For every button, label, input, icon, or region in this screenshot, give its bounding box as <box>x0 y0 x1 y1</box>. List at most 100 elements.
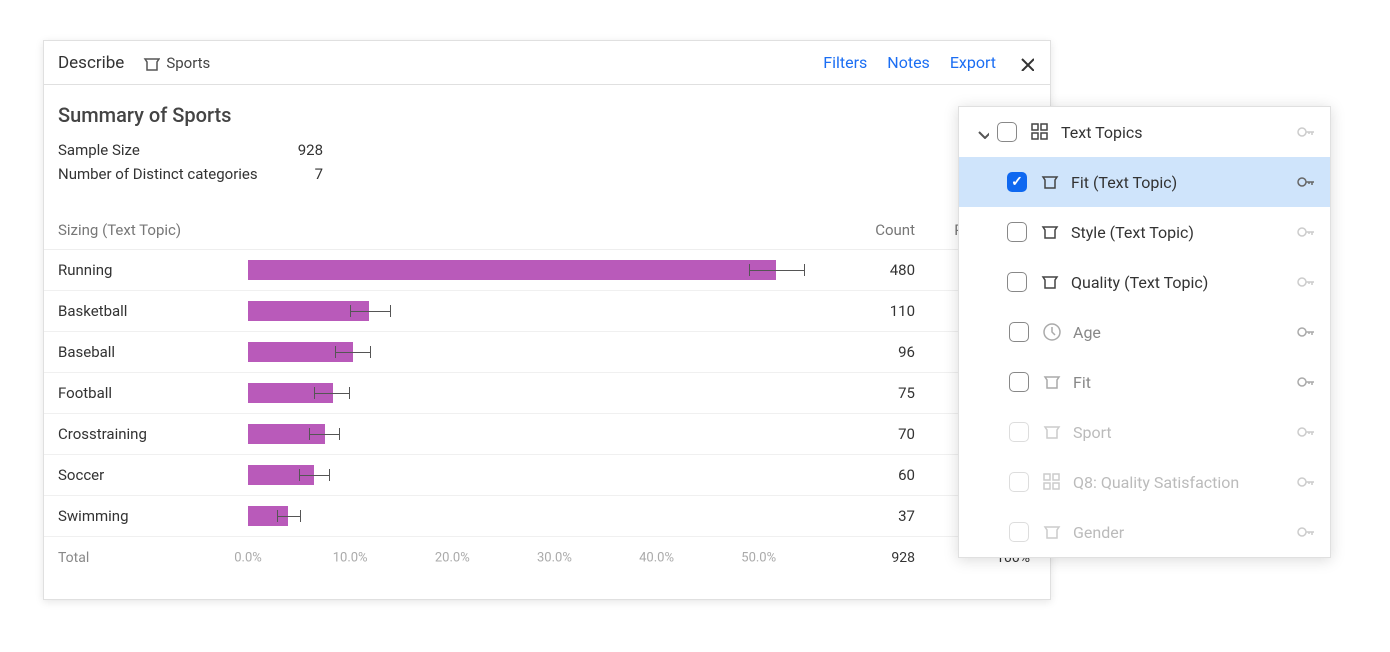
field-item[interactable]: Q8: Quality Satisfaction <box>959 457 1330 507</box>
field-checkbox[interactable] <box>1009 422 1029 442</box>
table-row[interactable]: Soccer606.5% <box>44 455 1050 496</box>
row-bar-cell <box>248 414 820 454</box>
key-icon[interactable] <box>1296 522 1316 542</box>
row-count: 37 <box>820 507 915 525</box>
table-header: Sizing (Text Topic) Count Percentage <box>44 221 1050 250</box>
table-row[interactable]: Swimming373.9% <box>44 496 1050 537</box>
notes-link[interactable]: Notes <box>887 53 930 72</box>
total-row: Total 0.0%10.0%20.0%30.0%40.0%50.0% 928 … <box>44 537 1050 579</box>
field-item[interactable]: Sport <box>959 407 1330 457</box>
field-label: Fit <box>1073 373 1091 392</box>
field-item[interactable]: Age <box>959 307 1330 357</box>
field-checkbox[interactable] <box>1007 272 1027 292</box>
table-row[interactable]: Football758.3% <box>44 373 1050 414</box>
chevron-down-icon <box>975 125 989 139</box>
field-item[interactable]: Fit (Text Topic) <box>959 157 1330 207</box>
field-checkbox[interactable] <box>1009 522 1029 542</box>
field-checkbox[interactable] <box>1007 222 1027 242</box>
row-label: Crosstraining <box>58 425 248 443</box>
error-bar <box>309 434 340 435</box>
field-checkbox[interactable] <box>1009 472 1029 492</box>
key-icon[interactable] <box>1296 422 1316 442</box>
field-label: Fit (Text Topic) <box>1071 173 1177 192</box>
table-row[interactable]: Basketball11011.8% <box>44 291 1050 332</box>
distinct-label: Number of Distinct categories <box>58 165 283 183</box>
total-count: 928 <box>820 550 915 566</box>
row-label: Soccer <box>58 466 248 484</box>
row-bar-cell <box>248 250 820 290</box>
close-button[interactable] <box>1016 53 1036 73</box>
field-checkbox[interactable] <box>1007 172 1027 192</box>
key-icon[interactable] <box>1296 222 1316 242</box>
axis-tick: 40.0% <box>639 551 674 566</box>
distinct-value: 7 <box>283 165 323 183</box>
field-item[interactable]: Fit <box>959 357 1330 407</box>
key-icon[interactable] <box>1296 372 1316 392</box>
key-icon[interactable] <box>1296 272 1316 292</box>
container-icon <box>1039 222 1061 242</box>
field-label: Text Topics <box>1061 123 1143 142</box>
row-bar-cell <box>248 455 820 495</box>
category-tag-label: Sports <box>166 54 210 72</box>
field-checkbox[interactable] <box>1009 322 1029 342</box>
row-label: Swimming <box>58 507 248 525</box>
row-count: 110 <box>820 302 915 320</box>
col-category[interactable]: Sizing (Text Topic) <box>58 221 248 239</box>
field-checkbox[interactable] <box>1009 372 1029 392</box>
field-item[interactable]: Text Topics <box>959 107 1330 157</box>
field-item[interactable]: Gender <box>959 507 1330 557</box>
axis-tick: 0.0% <box>234 551 262 566</box>
field-label: Quality (Text Topic) <box>1071 273 1208 292</box>
field-label: Sport <box>1073 423 1112 442</box>
sample-size-label: Sample Size <box>58 141 283 159</box>
error-bar <box>749 270 805 271</box>
container-icon <box>142 54 160 72</box>
key-icon[interactable] <box>1296 122 1316 142</box>
row-count: 75 <box>820 384 915 402</box>
table-row[interactable]: Crosstraining707.5% <box>44 414 1050 455</box>
describe-panel: Describe Sports Filters Notes Export Sum… <box>43 40 1051 600</box>
row-label: Running <box>58 261 248 279</box>
export-link[interactable]: Export <box>950 53 996 72</box>
grid-icon <box>1041 472 1063 492</box>
summary-section: Summary of Sports Sample Size 928 Number… <box>44 85 1050 195</box>
axis-tick: 20.0% <box>435 551 470 566</box>
container-icon <box>1041 422 1063 442</box>
container-icon <box>1039 172 1061 192</box>
expand-toggle[interactable] <box>973 125 991 139</box>
bar <box>248 260 776 280</box>
row-label: Basketball <box>58 302 248 320</box>
key-icon[interactable] <box>1296 472 1316 492</box>
total-label: Total <box>58 550 248 566</box>
clock-icon <box>1041 322 1063 342</box>
distinct-row: Number of Distinct categories 7 <box>58 165 1036 183</box>
key-icon[interactable] <box>1296 172 1316 192</box>
col-count[interactable]: Count <box>820 221 915 239</box>
error-bar <box>350 311 391 312</box>
error-bar <box>299 475 330 476</box>
row-count: 96 <box>820 343 915 361</box>
axis-tick: 30.0% <box>537 551 572 566</box>
table-row[interactable]: Running48051.7% <box>44 250 1050 291</box>
field-checkbox[interactable] <box>997 122 1017 142</box>
axis: 0.0%10.0%20.0%30.0%40.0%50.0% <box>248 537 820 579</box>
filters-link[interactable]: Filters <box>823 53 867 72</box>
field-label: Age <box>1073 323 1101 342</box>
error-bar <box>314 393 350 394</box>
field-label: Style (Text Topic) <box>1071 223 1194 242</box>
category-tag[interactable]: Sports <box>142 54 210 72</box>
field-label: Q8: Quality Satisfaction <box>1073 473 1239 492</box>
summary-title: Summary of Sports <box>58 103 1036 127</box>
table-body: Running48051.7%Basketball11011.8%Basebal… <box>44 250 1050 537</box>
key-icon[interactable] <box>1296 322 1316 342</box>
error-bar <box>277 516 302 517</box>
row-count: 70 <box>820 425 915 443</box>
field-item[interactable]: Quality (Text Topic) <box>959 257 1330 307</box>
field-item[interactable]: Style (Text Topic) <box>959 207 1330 257</box>
table-row[interactable]: Baseball9610.3% <box>44 332 1050 373</box>
container-icon <box>1041 372 1063 392</box>
row-label: Football <box>58 384 248 402</box>
axis-tick: 10.0% <box>333 551 368 566</box>
container-icon <box>1041 522 1063 542</box>
row-label: Baseball <box>58 343 248 361</box>
